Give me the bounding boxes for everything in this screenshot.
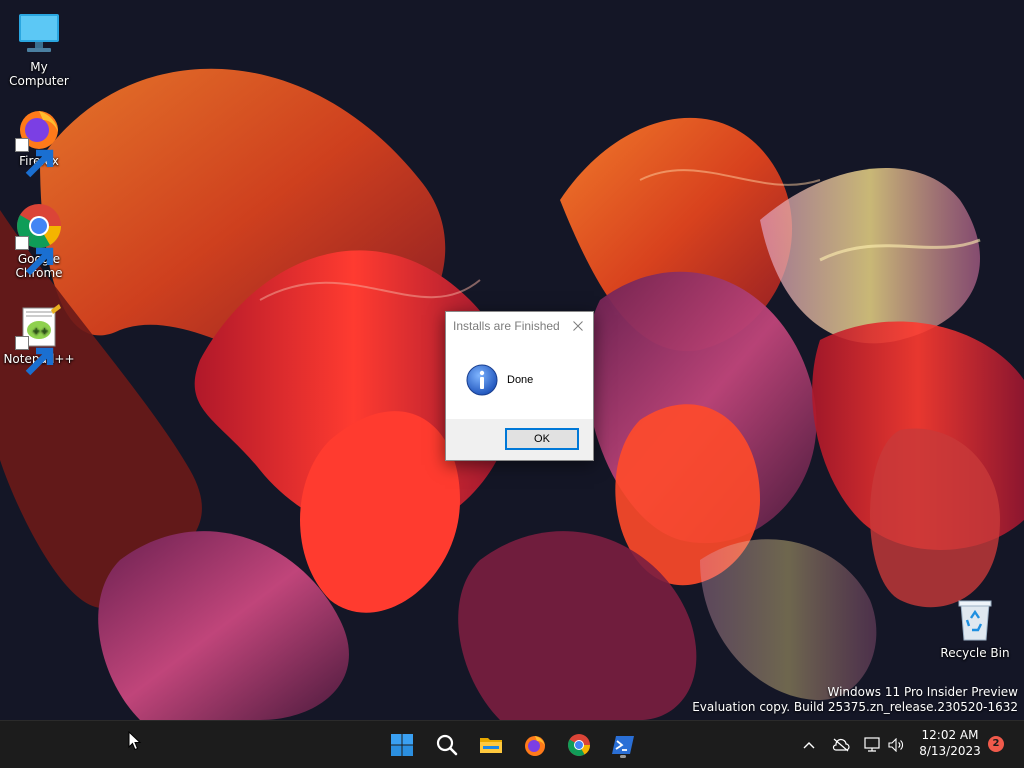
show-hidden-icons-button[interactable] [799, 735, 819, 755]
close-icon [573, 321, 583, 331]
dialog-titlebar[interactable]: Installs are Finished [446, 312, 593, 341]
info-icon [466, 364, 498, 396]
desktop-icon-notepadpp[interactable]: ++ Notepad++ [0, 302, 78, 376]
windows-watermark: Windows 11 Pro Insider Preview Evaluatio… [692, 685, 1018, 715]
desktop-icon-label: Recycle Bin [940, 646, 1010, 660]
dialog-message: Done [507, 374, 534, 386]
windows-start-icon [391, 734, 413, 756]
desktop-icon-recycle-bin[interactable]: Recycle Bin [936, 596, 1014, 660]
speaker-icon [888, 738, 903, 752]
ok-button[interactable]: OK [505, 428, 579, 450]
start-button[interactable] [386, 729, 418, 761]
powershell-icon [612, 736, 634, 754]
dialog-body: Done [446, 341, 593, 419]
desktop-icon-google-chrome[interactable]: Google Chrome [0, 202, 78, 280]
mouse-cursor-icon [128, 731, 142, 751]
desktop-icon-label: My Computer [9, 60, 69, 88]
desktop[interactable]: My Computer Firefox Google Chrome ++ Not… [0, 0, 1024, 720]
shortcut-arrow-icon [15, 236, 54, 276]
desktop-icon-my-computer[interactable]: My Computer [0, 10, 78, 88]
firefox-taskbar-button[interactable] [519, 729, 551, 761]
shortcut-arrow-icon [15, 138, 54, 178]
clock[interactable]: 12:02 AM 8/13/2023 [914, 727, 986, 759]
file-explorer-button[interactable] [475, 729, 507, 761]
computer-icon [15, 10, 63, 58]
chrome-icon [568, 734, 590, 756]
message-dialog[interactable]: Installs are Finished Done OK [445, 311, 594, 461]
chrome-taskbar-button[interactable] [563, 729, 595, 761]
chrome-icon [15, 202, 63, 276]
onedrive-button[interactable] [831, 735, 851, 755]
folder-icon [480, 738, 502, 753]
recycle-bin-icon [951, 596, 999, 644]
powershell-taskbar-button[interactable] [607, 729, 639, 761]
watermark-line-1: Windows 11 Pro Insider Preview [827, 685, 1018, 699]
running-indicator [620, 755, 626, 758]
desktop-icon-firefox[interactable]: Firefox [0, 104, 78, 178]
clock-time: 12:02 AM [921, 728, 979, 742]
notification-badge[interactable]: 2 [988, 736, 1004, 752]
taskbar[interactable]: 12:02 AM 8/13/2023 2 [0, 720, 1024, 768]
network-icon [864, 737, 880, 752]
svg-text:++: ++ [32, 326, 49, 337]
notepadpp-icon: ++ [15, 302, 63, 376]
search-button[interactable] [431, 729, 463, 761]
dialog-footer: OK [446, 419, 593, 460]
firefox-icon [525, 736, 545, 756]
dialog-title: Installs are Finished [453, 319, 560, 333]
search-icon [436, 734, 458, 756]
network-button[interactable] [862, 735, 882, 755]
clock-date: 8/13/2023 [919, 744, 981, 758]
cloud-offline-icon [832, 738, 850, 752]
firefox-icon [15, 104, 63, 178]
shortcut-arrow-icon [15, 336, 54, 376]
watermark-line-2: Evaluation copy. Build 25375.zn_release.… [692, 700, 1018, 714]
dialog-close-button[interactable] [565, 314, 591, 338]
chevron-up-icon [803, 742, 815, 749]
volume-button[interactable] [886, 735, 906, 755]
